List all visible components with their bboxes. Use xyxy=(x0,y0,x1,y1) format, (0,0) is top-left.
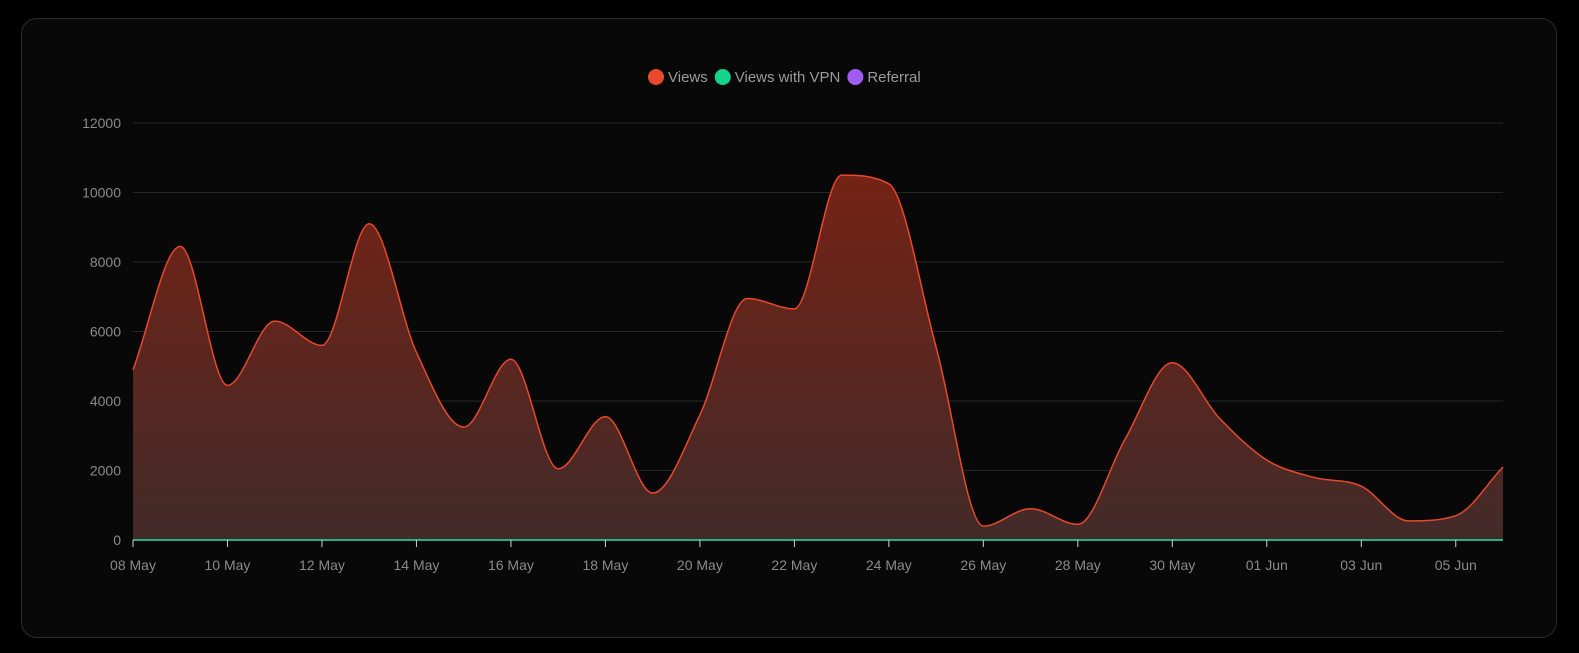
data-point[interactable] xyxy=(1358,483,1364,489)
data-point[interactable] xyxy=(461,424,467,430)
legend-swatch xyxy=(714,69,731,85)
data-point[interactable] xyxy=(1453,513,1459,519)
x-tick-label: 20 May xyxy=(677,557,723,573)
legend-item[interactable]: Views with VPN xyxy=(714,69,841,86)
data-point[interactable] xyxy=(744,295,750,301)
y-tick-label: 0 xyxy=(113,532,121,548)
data-point[interactable] xyxy=(508,356,514,362)
x-tick-label: 28 May xyxy=(1055,557,1101,573)
y-tick-label: 2000 xyxy=(90,463,121,479)
legend-label: Views xyxy=(668,69,708,86)
x-tick-label: 10 May xyxy=(205,557,251,573)
data-point[interactable] xyxy=(1122,436,1128,442)
x-tick-label: 18 May xyxy=(582,557,628,573)
x-tick-label: 26 May xyxy=(960,557,1006,573)
data-point[interactable] xyxy=(272,318,278,324)
legend-label: Referral xyxy=(867,69,920,86)
y-tick-label: 4000 xyxy=(90,393,121,409)
data-point[interactable] xyxy=(933,344,939,350)
x-tick-label: 12 May xyxy=(299,557,345,573)
data-point[interactable] xyxy=(650,490,656,496)
chart-svg: Views Views with VPN Referral 0 2000 4000 600… xyxy=(82,69,1506,573)
series-layer xyxy=(130,172,1506,541)
data-point[interactable] xyxy=(1500,464,1506,470)
x-tick-label: 22 May xyxy=(771,557,817,573)
x-tick-label: 08 May xyxy=(110,557,156,573)
data-point[interactable] xyxy=(366,221,372,227)
x-tick-label: 30 May xyxy=(1149,557,1195,573)
x-tick-label: 01 Jun xyxy=(1246,557,1288,573)
x-tick-label: 24 May xyxy=(866,557,912,573)
data-point[interactable] xyxy=(1311,474,1317,480)
data-point[interactable] xyxy=(1217,415,1223,421)
x-tick-label: 16 May xyxy=(488,557,534,573)
data-point[interactable] xyxy=(886,181,892,187)
legend-item[interactable]: Views xyxy=(648,69,708,86)
legend: Views Views with VPN Referral xyxy=(648,69,921,86)
data-point[interactable] xyxy=(130,367,136,373)
data-point[interactable] xyxy=(1406,518,1412,524)
x-axis: 08 May 10 May 12 May 14 May 16 May 18 May 20 M… xyxy=(110,540,1477,573)
x-tick-label: 05 Jun xyxy=(1435,557,1477,573)
y-tick-label: 10000 xyxy=(82,185,121,201)
data-point[interactable] xyxy=(1075,521,1081,527)
legend-swatch xyxy=(847,69,864,85)
y-tick-label: 8000 xyxy=(90,254,121,270)
data-point[interactable] xyxy=(413,349,419,355)
legend-item[interactable]: Referral xyxy=(847,69,921,86)
data-point[interactable] xyxy=(602,414,608,420)
y-tick-label: 6000 xyxy=(90,324,121,340)
legend-label: Views with VPN xyxy=(735,69,841,86)
data-point[interactable] xyxy=(697,412,703,418)
data-point[interactable] xyxy=(319,342,325,348)
views-area xyxy=(133,175,1503,540)
data-point[interactable] xyxy=(224,382,230,388)
legend-swatch xyxy=(648,69,664,85)
y-axis: 0 2000 4000 6000 8000 10000 12000 xyxy=(82,115,121,548)
data-point[interactable] xyxy=(839,172,845,178)
data-point[interactable] xyxy=(791,306,797,312)
x-tick-label: 03 Jun xyxy=(1340,557,1382,573)
data-point[interactable] xyxy=(177,243,183,249)
data-point[interactable] xyxy=(1028,506,1034,512)
data-point[interactable] xyxy=(1169,360,1175,366)
data-point[interactable] xyxy=(980,523,986,529)
y-tick-label: 12000 xyxy=(82,115,121,131)
data-point[interactable] xyxy=(555,466,561,472)
data-point[interactable] xyxy=(1264,457,1270,463)
x-tick-label: 14 May xyxy=(393,557,439,573)
